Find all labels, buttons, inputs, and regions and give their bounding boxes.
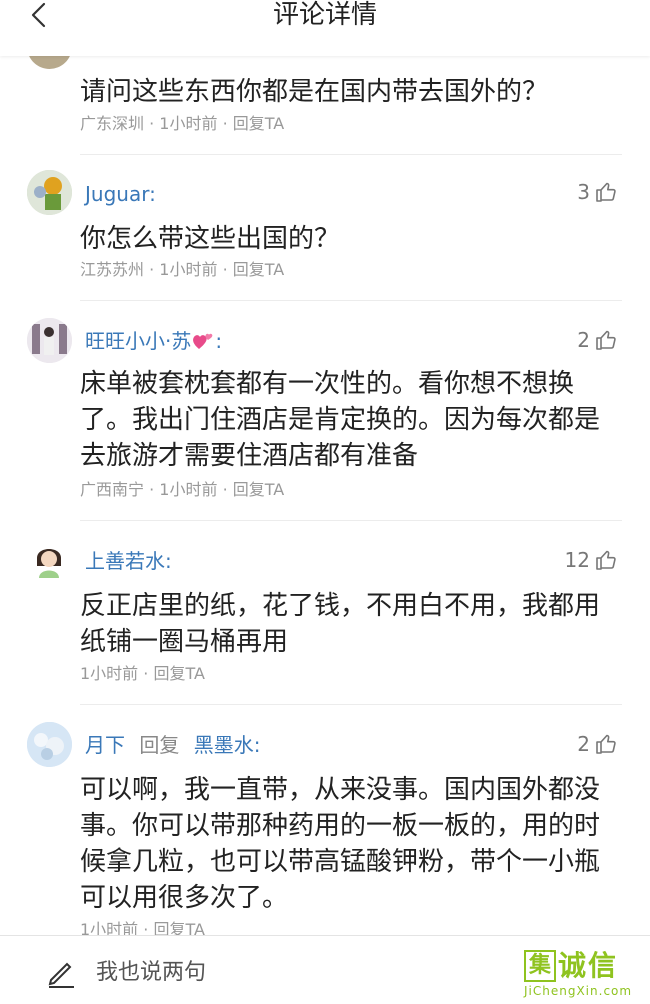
comment-meta: 1小时前 · 回复TA (80, 920, 205, 935)
comment-text: 可以啊，我一直带，从来没事。国内国外都没事。你可以带那种药用的一板一板的，用的时… (80, 775, 601, 913)
name-row: 上善若水: (85, 548, 172, 574)
name-row: 月下 回复 黑墨水: (85, 732, 260, 758)
reply-link[interactable]: 回复TA (153, 920, 204, 935)
comment-time: 1小时前 (159, 114, 218, 133)
thumbs-up-icon (596, 550, 616, 570)
comment-meta: 广西南宁 · 1小时前 · 回复TA (80, 480, 285, 499)
reply-link[interactable]: 回复TA (233, 480, 284, 499)
heart-icon (193, 333, 213, 349)
comment-meta: 江苏苏州 · 1小时前 · 回复TA (80, 260, 285, 279)
comment-list[interactable]: 请问这些东西你都是在国内带去国外的？ 广东深圳 · 1小时前 · 回复TA Ju… (0, 0, 650, 935)
name-row: 旺旺小小·苏 : (85, 328, 222, 354)
comment-time: 1小时前 (80, 920, 139, 935)
avatar-image (27, 318, 72, 363)
top-bar: 评论详情 (0, 0, 650, 56)
watermark-chars: 诚信 (558, 949, 619, 982)
comment-meta: 1小时前 · 回复TA (80, 664, 205, 683)
divider (80, 704, 622, 705)
comment-input[interactable]: 我也说两句 (96, 958, 206, 988)
avatar[interactable] (27, 538, 72, 583)
avatar[interactable] (27, 722, 72, 767)
avatar-image (27, 170, 72, 215)
like-count: 3 (577, 180, 590, 204)
watermark-logo: 集 诚信 (524, 950, 644, 982)
divider (80, 154, 622, 155)
name-row: Juguar: (85, 181, 156, 207)
comment-text: 床单被套枕套都有一次性的。看你想不想换了。我出门住酒店是肯定换的。因为每次都是去… (80, 369, 601, 471)
watermark: 集 诚信 JiChengXin.com (524, 950, 644, 1002)
thumbs-up-icon (596, 734, 616, 754)
thumbs-up-icon (596, 182, 616, 202)
like-count: 12 (564, 548, 590, 572)
comment-text: 你怎么带这些出国的？ (80, 224, 341, 254)
commenter-name[interactable]: 月下 (85, 733, 125, 757)
comment-time: 1小时前 (159, 260, 218, 279)
avatar-image (27, 538, 72, 583)
like-count: 2 (577, 328, 590, 352)
avatar[interactable] (27, 170, 72, 215)
comment-location: 江苏苏州 (80, 260, 145, 279)
comment-time: 1小时前 (159, 480, 218, 499)
avatar[interactable] (27, 318, 72, 363)
watermark-url: JiChengXin.com (524, 984, 633, 998)
reply-target-name[interactable]: 黑墨水: (194, 733, 261, 757)
divider (80, 520, 622, 521)
watermark-box-char: 集 (524, 950, 556, 982)
page-title: 评论详情 (272, 0, 377, 30)
commenter-name[interactable]: 上善若水: (85, 549, 172, 573)
comment-location: 广西南宁 (80, 480, 145, 499)
avatar-image (27, 722, 72, 767)
like-button[interactable]: 12 (565, 548, 618, 572)
comment-text: 反正店里的纸，花了钱，不用白不用，我都用纸铺一圈马桶再用 (80, 591, 601, 657)
reply-link[interactable]: 回复TA (233, 114, 284, 133)
like-button[interactable]: 2 (577, 328, 618, 352)
comment-time: 1小时前 (80, 664, 139, 683)
commenter-name[interactable]: Juguar: (85, 182, 156, 206)
comment-meta: 广东深圳 · 1小时前 · 回复TA (80, 114, 285, 133)
name-colon: : (215, 329, 223, 353)
comment-location: 广东深圳 (80, 114, 145, 133)
divider (80, 300, 622, 301)
comment-text: 请问这些东西你都是在国内带去国外的？ (80, 77, 549, 107)
like-button[interactable]: 3 (577, 180, 618, 204)
reply-link[interactable]: 回复TA (233, 260, 284, 279)
like-count: 2 (577, 732, 590, 756)
pen-icon (48, 962, 74, 988)
comment-compose-bar: 我也说两句 集 诚信 JiChengXin.com (0, 935, 650, 1004)
like-button[interactable]: 2 (577, 732, 618, 756)
commenter-name[interactable]: 旺旺小小·苏 (85, 329, 191, 353)
reply-link[interactable]: 回复TA (153, 664, 204, 683)
thumbs-up-icon (596, 330, 616, 350)
reply-label: 回复 (139, 733, 180, 757)
